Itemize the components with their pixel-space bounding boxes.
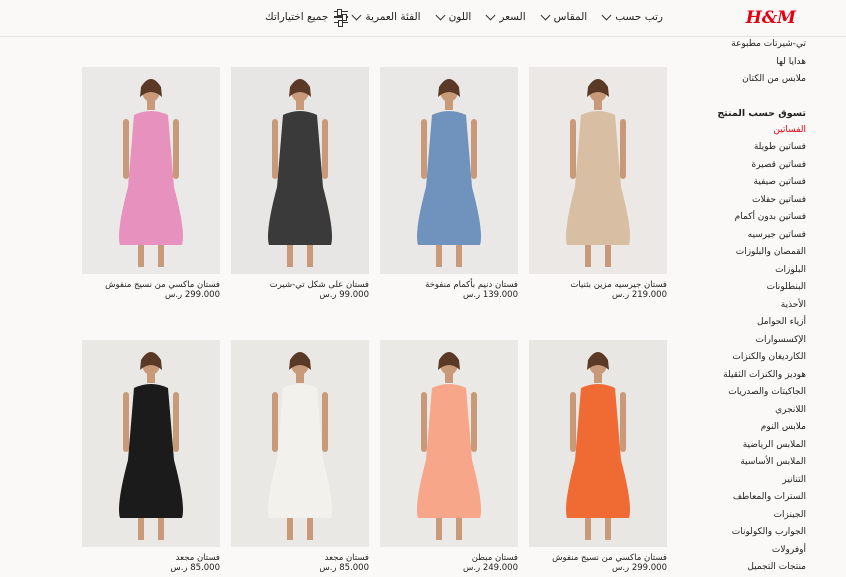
product-card[interactable]: فستان دنيم بأكمام منفوخة 139.000 ر.س [380, 67, 518, 300]
sidebar-item[interactable]: الملابس الرياضية [686, 437, 806, 455]
sidebar-item[interactable]: فساتين جيرسيه [686, 227, 806, 245]
product-card[interactable]: فستان على شكل تي-شيرت 99.000 ر.س [231, 67, 369, 300]
sidebar-item[interactable]: أوفرولات [686, 542, 806, 560]
sidebar-item[interactable]: البلوزات [686, 262, 806, 280]
chevron-down-icon [540, 10, 551, 20]
top-filter-bar: H&M رتب حسب المقاس السعر اللون الفئة الع… [0, 0, 846, 37]
product-image[interactable] [529, 340, 667, 547]
filter-size-label: المقاس [553, 11, 588, 23]
product-image[interactable] [380, 67, 518, 274]
product-price: 249.000 ر.س [462, 563, 518, 573]
product-price: 299.000 ر.س [164, 290, 220, 300]
all-filters-label: جميع اختياراتك [265, 11, 329, 23]
product-name[interactable]: فستان ماكسي من نسيج منفوش [82, 280, 220, 290]
product-card[interactable]: فستان ماكسي من نسيج منفوش 299.000 ر.س [82, 67, 220, 300]
sidebar-item[interactable]: منتجات التجميل [686, 559, 806, 577]
product-price: 299.000 ر.س [611, 563, 667, 573]
sidebar-item[interactable]: هوديز والكنزات الثقيلة [686, 367, 806, 385]
filter-color-label: اللون [448, 11, 472, 23]
chevron-down-icon [485, 10, 496, 20]
sidebar-item[interactable]: ملابس النوم [686, 419, 806, 437]
sidebar-item[interactable]: السترات والمعاطف [686, 489, 806, 507]
filter-size[interactable]: المقاس [540, 10, 588, 23]
all-filters-button[interactable]: جميع اختياراتك [265, 8, 349, 29]
product-price: 139.000 ر.س [462, 290, 518, 300]
product-name[interactable]: فستان على شكل تي-شيرت [231, 280, 369, 290]
sidebar-product-links: الفساتين فساتين طويلة فساتين قصيرة فساتين ص… [686, 122, 806, 577]
sidebar-item[interactable]: هدايا لها [686, 54, 806, 72]
product-card[interactable]: فستان مجعد 85.000 ر.س [82, 340, 220, 573]
product-name[interactable]: فستان ماكسي من نسيج منفوش [529, 553, 667, 563]
product-image[interactable] [82, 340, 220, 547]
filter-sort-label: رتب حسب [615, 11, 663, 23]
filter-age-label: الفئة العمرية [365, 11, 421, 23]
sidebar-item[interactable]: ملابس من الكتان [686, 71, 806, 89]
product-name[interactable]: فستان مبطن [380, 553, 518, 563]
product-image[interactable] [380, 340, 518, 547]
sliders-icon [334, 8, 349, 29]
sidebar-item[interactable]: التنانير [686, 472, 806, 490]
filter-sort[interactable]: رتب حسب [601, 10, 663, 23]
product-price: 85.000 ر.س [170, 563, 220, 573]
chevron-down-icon [601, 10, 612, 20]
hm-logo[interactable]: H&M [746, 8, 796, 28]
sidebar-item[interactable]: الأحذية [686, 297, 806, 315]
sidebar-item[interactable]: الإكسسوارات [686, 332, 806, 350]
sidebar-item[interactable]: تي-شيرتات مطبوعة [686, 36, 806, 54]
sidebar-heading: تسوق حسب المنتج [717, 107, 806, 119]
product-name[interactable]: فستان جيرسيه مزين بثنيات [529, 280, 667, 290]
product-name[interactable]: فستان دنيم بأكمام منفوخة [380, 280, 518, 290]
sidebar-item[interactable]: القمصان والبلوزات [686, 244, 806, 262]
sidebar-item[interactable]: فساتين حفلات [686, 192, 806, 210]
sidebar-item[interactable]: الجينزات [686, 507, 806, 525]
product-card[interactable]: فستان مبطن 249.000 ر.س [380, 340, 518, 573]
sidebar-item[interactable]: فساتين صيفية [686, 174, 806, 192]
product-card[interactable]: فستان جيرسيه مزين بثنيات 219.000 ر.س [529, 67, 667, 300]
sidebar-item[interactable]: فساتين بدون أكمام [686, 209, 806, 227]
sidebar-item[interactable]: الجوارب والكولونات [686, 524, 806, 542]
product-price: 219.000 ر.س [611, 290, 667, 300]
product-name[interactable]: فستان مجعد [231, 553, 369, 563]
product-image[interactable] [231, 67, 369, 274]
sidebar-item[interactable]: أزياء الحوامل [686, 314, 806, 332]
product-card[interactable]: فستان مجعد 85.000 ر.س [231, 340, 369, 573]
sidebar-item[interactable]: فساتين قصيرة [686, 157, 806, 175]
product-name[interactable]: فستان مجعد [82, 553, 220, 563]
product-price: 99.000 ر.س [319, 290, 369, 300]
chevron-down-icon [435, 10, 446, 20]
sidebar-item[interactable]: الكارديغان والكنزات [686, 349, 806, 367]
filter-price-label: السعر [499, 11, 526, 23]
sidebar-item[interactable]: اللانجري [686, 402, 806, 420]
product-image[interactable] [231, 340, 369, 547]
filter-price[interactable]: السعر [485, 10, 526, 23]
product-image[interactable] [529, 67, 667, 274]
sidebar-item[interactable]: الملابس الأساسية [686, 454, 806, 472]
filter-age-group[interactable]: الفئة العمرية [351, 10, 421, 23]
product-price: 85.000 ر.س [319, 563, 369, 573]
product-image[interactable] [82, 67, 220, 274]
product-card[interactable]: فستان ماكسي من نسيج منفوش 299.000 ر.س [529, 340, 667, 573]
filter-dropdowns: رتب حسب المقاس السعر اللون الفئة العمرية [337, 10, 663, 23]
sidebar-item[interactable]: فساتين طويلة [686, 139, 806, 157]
chevron-down-icon [351, 10, 362, 20]
sidebar-item[interactable]: البنطلونات [686, 279, 806, 297]
sidebar-item[interactable]: الجاكيتات والصدريات [686, 384, 806, 402]
sidebar-top-links: تي-شيرتات مطبوعة هدايا لها ملابس من الكتان [686, 36, 806, 89]
category-sidebar: تي-شيرتات مطبوعة هدايا لها ملابس من الكتان… [686, 36, 806, 577]
filter-color[interactable]: اللون [435, 10, 472, 23]
sidebar-item-active[interactable]: الفساتين [686, 122, 806, 140]
